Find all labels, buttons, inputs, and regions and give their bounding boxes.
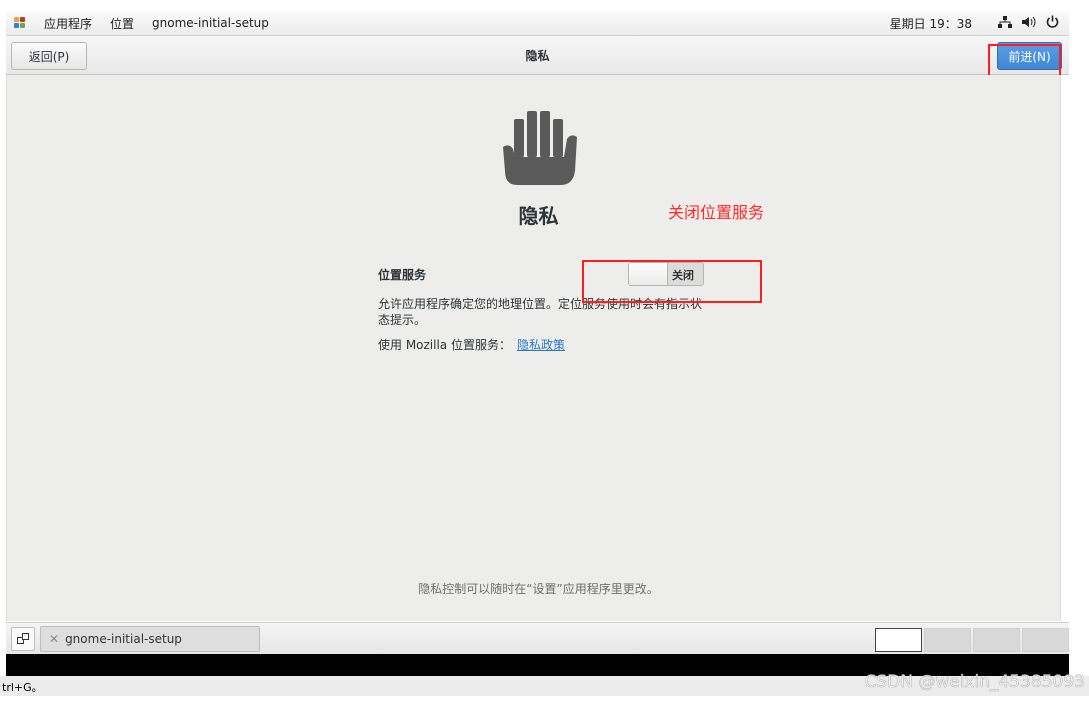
- header-bar: 返回(P) 隐私 前进(N): [6, 36, 1069, 75]
- privacy-policy-link[interactable]: 隐私政策: [517, 338, 565, 352]
- system-tray: 星期日 19：38: [890, 15, 1059, 32]
- workspace-1[interactable]: [875, 628, 922, 652]
- power-icon[interactable]: [1046, 15, 1059, 31]
- clock[interactable]: 星期日 19：38: [890, 15, 972, 32]
- setup-app-icon: ✕: [49, 632, 60, 646]
- footer-note: 隐私控制可以随时在“设置”应用程序里更改。: [418, 582, 659, 596]
- location-services-label: 位置服务: [378, 268, 427, 282]
- show-desktop-icon[interactable]: [11, 627, 35, 651]
- top-menu: 应用程序 位置 gnome-initial-setup: [14, 15, 287, 32]
- app-menu[interactable]: gnome-initial-setup: [152, 16, 269, 30]
- header-title: 隐私: [525, 49, 550, 63]
- task-label: gnome-initial-setup: [65, 632, 182, 646]
- mozilla-line: 使用 Mozilla 位置服务： 隐私政策: [378, 336, 565, 353]
- task-item[interactable]: ✕ gnome-initial-setup: [40, 626, 260, 652]
- applications-menu[interactable]: 应用程序: [44, 15, 92, 32]
- watermark: CSDN @weixin_45385093: [864, 672, 1085, 693]
- top-panel: 应用程序 位置 gnome-initial-setup 星期日 19：38: [6, 11, 1069, 36]
- mozilla-text: 使用 Mozilla 位置服务：: [378, 338, 511, 352]
- shortcut-text: trl+G。: [2, 681, 43, 694]
- workspace-4[interactable]: [1022, 628, 1069, 652]
- hand-icon: [503, 111, 577, 185]
- page-title: 隐私: [518, 204, 559, 228]
- workspace-switcher: [875, 628, 1071, 652]
- privacy-page: 隐私 关闭位置服务 位置服务 关闭 允许应用程序确定您的地理位置。定位服务使用时…: [6, 75, 1061, 621]
- bottom-taskbar: ✕ gnome-initial-setup: [6, 622, 1069, 655]
- switch-highlight: [582, 260, 762, 303]
- workspace-2[interactable]: [924, 628, 971, 652]
- network-icon[interactable]: [998, 15, 1012, 31]
- places-menu[interactable]: 位置: [110, 15, 134, 32]
- applications-icon: [14, 17, 26, 29]
- annotation-text: 关闭位置服务: [668, 203, 765, 222]
- volume-icon[interactable]: [1022, 16, 1036, 31]
- workspace-3[interactable]: [973, 628, 1020, 652]
- status-line: trl+G。 CSDN @weixin_45385093: [0, 672, 1089, 696]
